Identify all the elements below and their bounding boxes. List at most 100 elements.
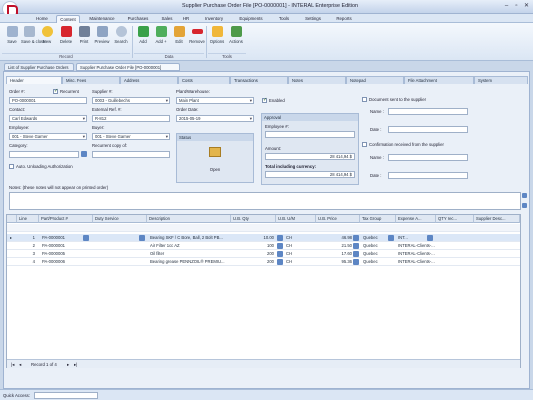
price-lookup-icon[interactable]: [353, 243, 359, 249]
tab-system[interactable]: System: [474, 76, 528, 84]
tab-po-list[interactable]: List of Supplier Purchase Orders: [4, 63, 74, 71]
tab-equipments[interactable]: Equipments: [234, 15, 268, 23]
save-button[interactable]: Save: [4, 25, 20, 49]
col-description[interactable]: Description: [147, 215, 231, 223]
add-button[interactable]: Add: [135, 25, 151, 49]
cell-qty[interactable]: 10.00: [231, 234, 274, 242]
cell-part[interactable]: PA-0000005: [41, 250, 91, 258]
plant-select[interactable]: Main Plant: [176, 97, 254, 104]
nav-next-icon[interactable]: ▸: [67, 362, 69, 368]
cell-tax[interactable]: Quebec: [362, 250, 394, 258]
col-um[interactable]: U.B. U/M: [276, 215, 316, 223]
confirmation-date-field[interactable]: [388, 172, 468, 179]
close-icon[interactable]: ✕: [522, 2, 531, 10]
table-row[interactable]: 3 PA-0000005 Oil filter 200 CH 17.60 Que…: [7, 250, 520, 258]
tab-content[interactable]: Content: [56, 15, 80, 23]
employee-select[interactable]: 001 - Steve Garner: [9, 133, 87, 140]
options-button[interactable]: Options: [209, 25, 225, 49]
doc-sent-name-field[interactable]: [388, 108, 468, 115]
table-row[interactable]: ▸ 1 PA-0000001 Bearing SKF / C Bore, Bal…: [7, 234, 520, 242]
new-button[interactable]: New: [39, 25, 55, 49]
tab-home[interactable]: Home: [32, 15, 52, 23]
buyer-select[interactable]: 001 - Steve Garner: [92, 133, 170, 140]
cell-um[interactable]: CH: [285, 250, 313, 258]
tab-tools[interactable]: Tools: [274, 15, 294, 23]
price-lookup-icon[interactable]: [353, 251, 359, 257]
doc-sent-checkbox[interactable]: [362, 97, 367, 102]
cell-um[interactable]: CH: [285, 242, 313, 250]
quick-access-input[interactable]: [34, 392, 98, 399]
tax-dropdown-icon[interactable]: [388, 235, 394, 241]
preview-button[interactable]: Preview: [94, 25, 110, 49]
col-expense[interactable]: Expense A...: [396, 215, 436, 223]
col-part[interactable]: Part/Product #: [39, 215, 93, 223]
col-qty[interactable]: U.B. Qty: [231, 215, 276, 223]
col-price[interactable]: U.B. Price: [316, 215, 360, 223]
um-dropdown-icon[interactable]: [277, 235, 283, 241]
cell-description[interactable]: Bearing SKF / C Bore, Ball, 2 Bolt PB...: [149, 234, 231, 242]
cell-tax[interactable]: Quebec: [362, 258, 394, 266]
auto-unloading-checkbox[interactable]: [9, 164, 14, 169]
price-lookup-icon[interactable]: [353, 259, 359, 265]
tab-hr[interactable]: HR: [180, 15, 192, 23]
tab-notepad[interactable]: Notepad: [346, 76, 404, 84]
recurrent-copy-field[interactable]: [92, 151, 170, 158]
tab-file-attachment[interactable]: File Attachment: [404, 76, 474, 84]
recurrent-checkbox[interactable]: [53, 88, 58, 94]
cell-qty[interactable]: 100: [231, 242, 274, 250]
tab-inventory[interactable]: Inventory: [200, 15, 228, 23]
supplier-select[interactable]: 0003 - Guillebechs: [92, 97, 170, 104]
order-no-field[interactable]: PO-0000001: [9, 97, 87, 104]
cell-tax[interactable]: Quebec: [362, 234, 386, 242]
cell-tax[interactable]: Quebec: [362, 242, 394, 250]
tab-address[interactable]: Address: [120, 76, 178, 84]
delete-button[interactable]: Delete: [58, 25, 74, 49]
tab-sales[interactable]: Sales: [158, 15, 176, 23]
cell-expense[interactable]: INT...: [397, 234, 425, 242]
um-dropdown-icon[interactable]: [277, 251, 283, 257]
category-lookup-icon[interactable]: [81, 151, 87, 157]
new-row[interactable]: [7, 224, 520, 232]
external-ref-field[interactable]: R-812: [92, 115, 170, 122]
cell-description[interactable]: Air Filter 1cc AZ: [149, 242, 231, 250]
cell-qty[interactable]: 200: [231, 258, 274, 266]
nav-prev-icon[interactable]: ◂: [19, 362, 21, 368]
search-button[interactable]: Search: [113, 25, 129, 49]
col-duty[interactable]: Duty Service: [93, 215, 147, 223]
cell-um[interactable]: CH: [285, 234, 313, 242]
tab-po-file[interactable]: Supplier Purchase Order File [PO-0000001…: [76, 63, 180, 71]
actions-button[interactable]: Actions: [228, 25, 244, 49]
cell-expense[interactable]: INTERAL-Clients-...: [397, 258, 435, 266]
category-field[interactable]: [9, 151, 79, 158]
cell-part[interactable]: PA-0000006: [41, 258, 91, 266]
notes-scroll-down-icon[interactable]: [522, 203, 527, 208]
um-dropdown-icon[interactable]: [277, 243, 283, 249]
tab-reports[interactable]: Reports: [332, 15, 356, 23]
remove-button[interactable]: Remove: [189, 25, 205, 49]
price-lookup-icon[interactable]: [353, 235, 359, 241]
maximize-icon[interactable]: ▫: [512, 2, 521, 10]
tab-transactions[interactable]: Transactions: [230, 76, 288, 84]
table-row[interactable]: 2 PA-0000001 Air Filter 1cc AZ 100 CH 21…: [7, 242, 520, 250]
add-plus-button[interactable]: Add +: [153, 25, 169, 49]
tab-misc-fees[interactable]: Misc. Fees: [62, 76, 120, 84]
cell-expense[interactable]: INTERAL-Clients-...: [397, 242, 435, 250]
nav-first-icon[interactable]: |◂: [11, 362, 14, 368]
cell-description[interactable]: Oil filter: [149, 250, 231, 258]
tab-notes[interactable]: Notes: [288, 76, 346, 84]
col-tax[interactable]: Tax Group: [360, 215, 396, 223]
save-close-button[interactable]: Save & close: [21, 25, 45, 49]
col-supplier-desc[interactable]: Supplier Desc...: [474, 215, 520, 223]
doc-sent-date-field[interactable]: [388, 126, 468, 133]
tab-purchases[interactable]: Purchases: [124, 15, 152, 23]
cell-expense[interactable]: INTERAL-Clients-...: [397, 250, 435, 258]
tab-header[interactable]: Header: [6, 76, 62, 84]
expense-dropdown-icon[interactable]: [427, 235, 433, 241]
order-date-picker[interactable]: 2015-05-19: [176, 115, 254, 122]
part-lookup-icon[interactable]: [83, 235, 89, 241]
cell-um[interactable]: CH: [285, 258, 313, 266]
cell-part[interactable]: PA-0000001: [41, 242, 91, 250]
edit-button[interactable]: Edit: [171, 25, 187, 49]
col-line[interactable]: Line: [17, 215, 39, 223]
cell-price[interactable]: 95.36: [316, 258, 352, 266]
